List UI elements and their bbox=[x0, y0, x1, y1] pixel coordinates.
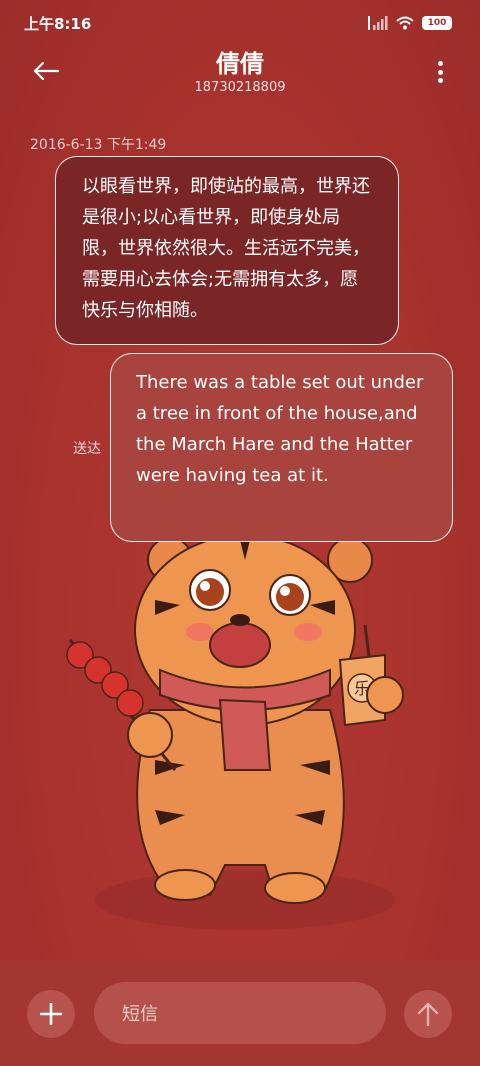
wifi-icon bbox=[396, 16, 414, 30]
delivered-status: 送达 bbox=[73, 441, 101, 457]
status-time: 上午8:16 bbox=[24, 14, 92, 33]
received-message-bubble[interactable]: 以眼看世界，即使站的最高，世界还是很小;以心看世界，即使身处局限，世界依然很大。… bbox=[55, 156, 399, 345]
add-attachment-button[interactable] bbox=[27, 990, 75, 1038]
contact-phone: 18730218809 bbox=[194, 80, 286, 95]
status-icons: 100 bbox=[368, 16, 452, 30]
conversation-header: 倩倩 18730218809 bbox=[0, 46, 480, 106]
status-bar: 上午8:16 100 bbox=[0, 0, 480, 46]
contact-name: 倩倩 bbox=[216, 50, 264, 78]
plus-icon bbox=[40, 1003, 62, 1025]
more-vertical-icon[interactable] bbox=[430, 58, 450, 86]
message-text: There was a table set out under a tree i… bbox=[136, 372, 424, 486]
signal-icon bbox=[368, 16, 388, 30]
compose-bar: 短信 bbox=[0, 960, 480, 1066]
message-input[interactable]: 短信 bbox=[94, 982, 386, 1044]
contact-info: 倩倩 18730218809 bbox=[0, 46, 480, 96]
tiger-illustration: 乐 bbox=[66, 534, 404, 930]
battery-icon: 100 bbox=[422, 16, 452, 30]
message-text: 以眼看世界，即使站的最高，世界还是很小;以心看世界，即使身处局限，世界依然很大。… bbox=[82, 176, 370, 321]
send-button[interactable] bbox=[404, 990, 452, 1038]
message-timestamp: 2016-6-13 下午1:49 bbox=[30, 137, 167, 153]
message-input-placeholder: 短信 bbox=[122, 1004, 158, 1025]
sent-message-bubble[interactable]: There was a table set out under a tree i… bbox=[110, 353, 453, 542]
send-arrow-icon bbox=[417, 1002, 439, 1026]
